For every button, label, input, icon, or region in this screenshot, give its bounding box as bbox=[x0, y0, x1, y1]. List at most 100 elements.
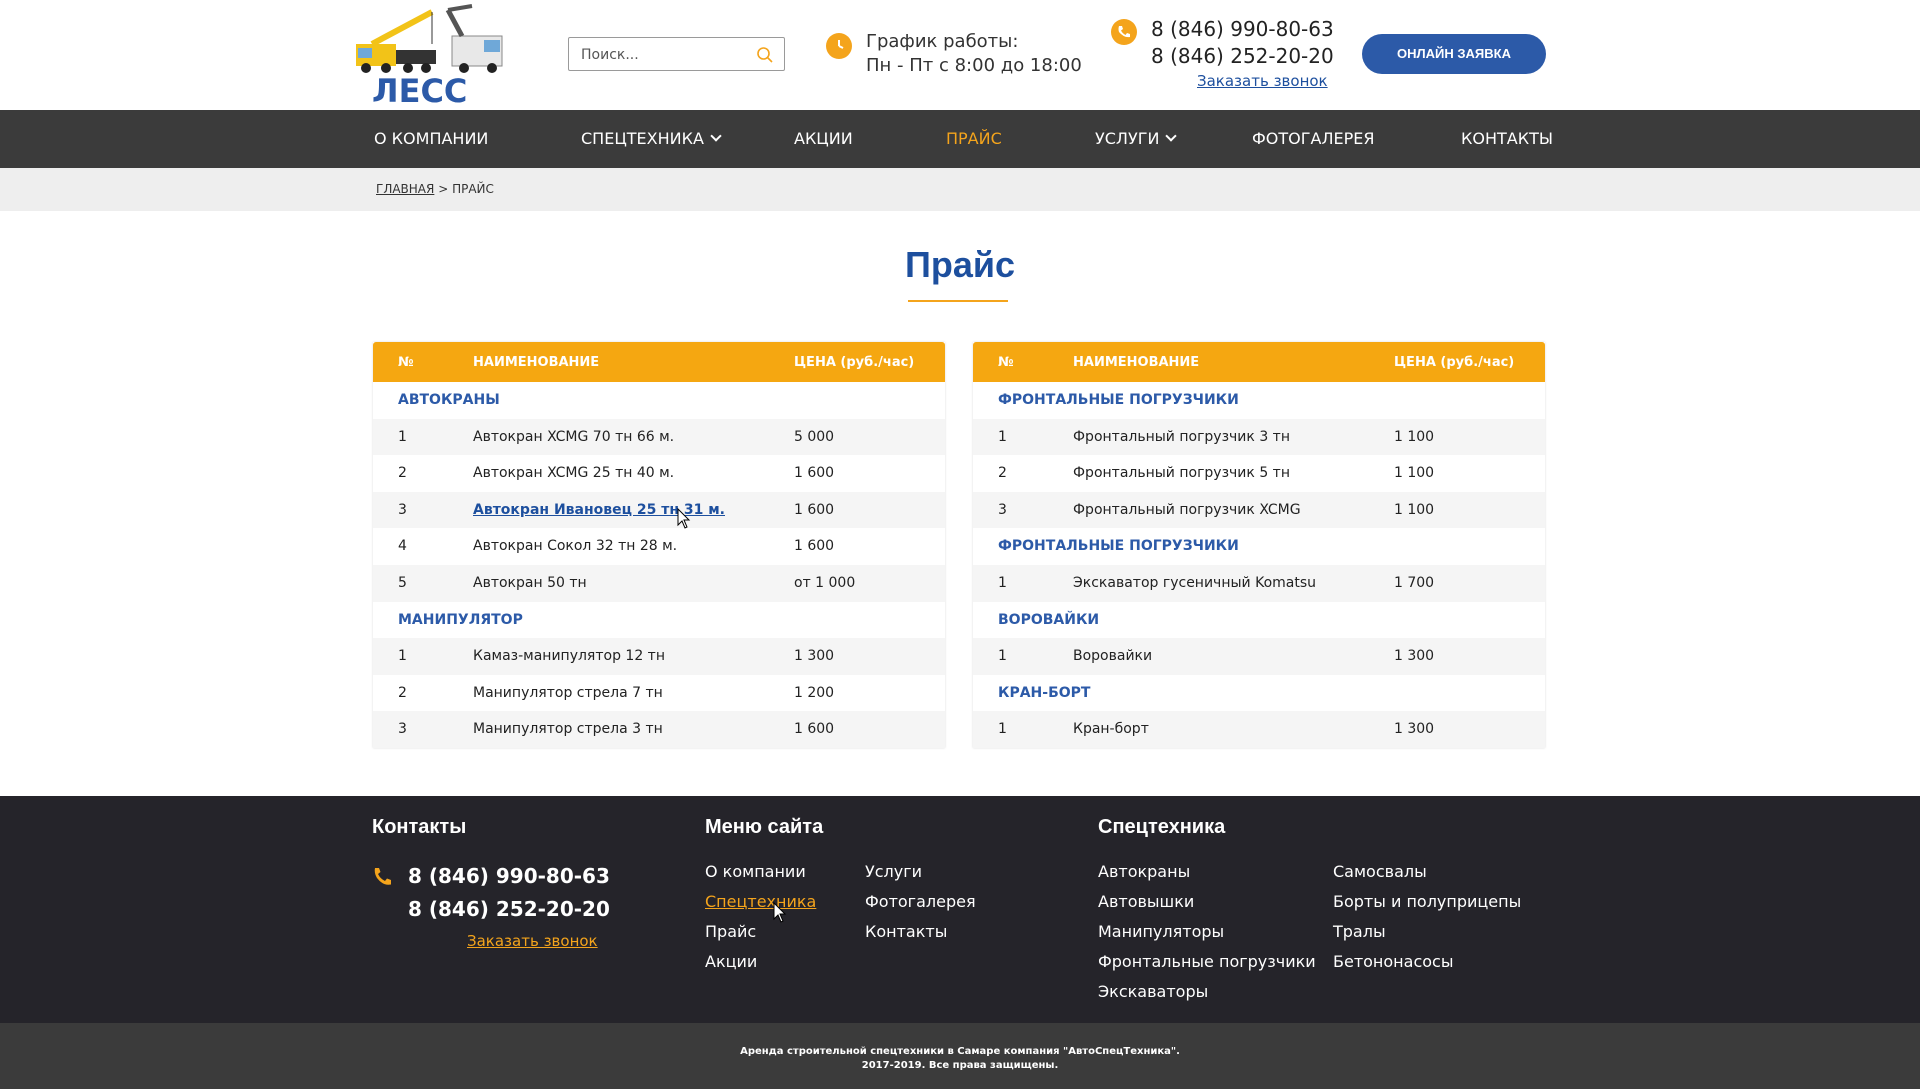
category-label: ФРОНТАЛЬНЫЕ ПОГРУЗЧИКИ bbox=[998, 392, 1239, 408]
footer-link-price[interactable]: Прайс bbox=[705, 922, 756, 941]
col-price-header: ЦЕНА (руб./час) bbox=[1394, 355, 1515, 370]
footer-link-about[interactable]: О компании bbox=[705, 862, 806, 881]
row-name: Экскаватор гусеничный Komatsu bbox=[1073, 574, 1317, 591]
order-call-link[interactable]: Заказать звонок bbox=[1197, 72, 1328, 90]
footer-link-promotions[interactable]: Акции bbox=[705, 952, 757, 971]
footer-menu-heading: Меню сайта bbox=[705, 816, 824, 838]
row-name: Кран-борт bbox=[1073, 721, 1149, 738]
footer-link-aerial-platforms[interactable]: Автовышки bbox=[1098, 892, 1194, 911]
row-price: 1 100 bbox=[1394, 465, 1435, 482]
row-num: 1 bbox=[398, 428, 407, 445]
footer-link-services[interactable]: Услуги bbox=[865, 862, 922, 881]
nav-item-machinery[interactable]: СПЕЦТЕХНИКА bbox=[581, 110, 722, 168]
work-schedule: График работы: Пн - Пт с 8:00 до 18:00 bbox=[866, 30, 1082, 78]
footer-link-dump-trucks[interactable]: Самосвалы bbox=[1333, 862, 1427, 881]
mouse-cursor-icon bbox=[773, 902, 787, 923]
nav-item-promotions[interactable]: АКЦИИ bbox=[794, 110, 853, 168]
header-phones: 8 (846) 990-80-63 8 (846) 252-20-20 Зака… bbox=[1151, 16, 1334, 90]
table-row: 3 Манипулятор стрела 3 тн 1 600 bbox=[373, 711, 945, 748]
row-price: 5 000 bbox=[794, 428, 835, 445]
col-num-header: № bbox=[398, 355, 414, 370]
row-num: 1 bbox=[998, 574, 1007, 591]
row-name: Камаз-манипулятор 12 тн bbox=[473, 648, 665, 665]
chevron-down-icon bbox=[1165, 130, 1178, 142]
row-num: 5 bbox=[398, 574, 407, 591]
row-num: 1 bbox=[998, 428, 1007, 445]
nav-label: УСЛУГИ bbox=[1095, 129, 1160, 148]
search-input[interactable] bbox=[581, 46, 741, 64]
footer-link-machinery[interactable]: Спецтехника bbox=[705, 892, 816, 911]
site-footer: Контакты 8 (846) 990-80-63 8 (846) 252-2… bbox=[0, 796, 1920, 1023]
footer-link-gallery[interactable]: Фотогалерея bbox=[865, 892, 976, 911]
main-nav: О КОМПАНИИ СПЕЦТЕХНИКА АКЦИИ ПРАЙС УСЛУГ… bbox=[0, 110, 1920, 168]
footer-link-excavators[interactable]: Экскаваторы bbox=[1098, 982, 1208, 1001]
footer-link-manipulators[interactable]: Манипуляторы bbox=[1098, 922, 1224, 941]
nav-label: О КОМПАНИИ bbox=[374, 129, 489, 148]
clock-icon bbox=[826, 33, 852, 59]
footer-link-concrete-pumps[interactable]: Бетононасосы bbox=[1333, 952, 1453, 971]
breadcrumb-home[interactable]: ГЛАВНАЯ bbox=[376, 182, 434, 196]
row-num: 3 bbox=[398, 721, 407, 738]
row-price: 1 300 bbox=[794, 648, 835, 665]
nav-label: АКЦИИ bbox=[794, 129, 853, 148]
footer-order-call-link[interactable]: Заказать звонок bbox=[467, 932, 598, 950]
table-row: 1 Кран-борт 1 300 bbox=[973, 711, 1545, 748]
row-num: 4 bbox=[398, 538, 407, 555]
nav-item-gallery[interactable]: ФОТОГАЛЕРЕЯ bbox=[1252, 110, 1374, 168]
breadcrumb-current: ПРАЙС bbox=[452, 182, 494, 196]
chevron-down-icon bbox=[710, 130, 722, 142]
nav-item-contacts[interactable]: КОНТАКТЫ bbox=[1461, 110, 1553, 168]
footer-link-cranes[interactable]: Автокраны bbox=[1098, 862, 1190, 881]
table-row: 5 Автокран 50 тн от 1 000 bbox=[373, 564, 945, 602]
category-label: КРАН-БОРТ bbox=[998, 684, 1091, 701]
breadcrumb: ГЛАВНАЯ > ПРАЙС bbox=[376, 182, 494, 196]
row-name: Фронтальный погрузчик XCMG bbox=[1073, 501, 1301, 518]
row-num: 3 bbox=[398, 501, 407, 518]
nav-label: КОНТАКТЫ bbox=[1461, 129, 1553, 148]
table-row: 2 Фронтальный погрузчик 5 тн 1 100 bbox=[973, 455, 1545, 492]
footer-phone-1[interactable]: 8 (846) 990-80-63 bbox=[408, 864, 610, 888]
row-price: 1 300 bbox=[1394, 721, 1435, 738]
online-request-button[interactable]: ОНЛАЙН ЗАЯВКА bbox=[1362, 34, 1546, 74]
table-row: 1 Воровайки 1 300 bbox=[973, 638, 1545, 675]
row-name: Автокран XCMG 70 тн 66 м. bbox=[473, 428, 675, 445]
category-row: АВТОКРАНЫ bbox=[373, 382, 945, 419]
category-row: ФРОНТАЛЬНЫЕ ПОГРУЗЧИКИ bbox=[973, 528, 1545, 565]
phone-icon bbox=[374, 868, 391, 885]
table-row: 2 Автокран XCMG 25 тн 40 м. 1 600 bbox=[373, 455, 945, 492]
schedule-hours: Пн - Пт с 8:00 до 18:00 bbox=[866, 55, 1082, 76]
footer-link-contacts[interactable]: Контакты bbox=[865, 922, 947, 941]
svg-text:ЛЕСС: ЛЕСС bbox=[372, 72, 467, 104]
footer-link-trawls[interactable]: Тралы bbox=[1333, 922, 1386, 941]
footer-contacts-heading: Контакты bbox=[372, 816, 467, 838]
schedule-label: График работы: bbox=[866, 31, 1019, 52]
footer-link-trailers[interactable]: Борты и полуприцепы bbox=[1333, 892, 1521, 911]
nav-item-services[interactable]: УСЛУГИ bbox=[1095, 110, 1178, 168]
footer-phone-2[interactable]: 8 (846) 252-20-20 bbox=[408, 897, 610, 921]
phone-number-2[interactable]: 8 (846) 252-20-20 bbox=[1151, 43, 1334, 70]
row-price: 1 700 bbox=[1394, 574, 1435, 591]
nav-item-price[interactable]: ПРАЙС bbox=[946, 110, 1002, 168]
row-name: Манипулятор стрела 7 тн bbox=[473, 684, 663, 701]
phone-number-1[interactable]: 8 (846) 990-80-63 bbox=[1151, 16, 1334, 43]
search-icon[interactable] bbox=[756, 46, 774, 64]
table-row: 1 Экскаватор гусеничный Komatsu 1 700 bbox=[973, 564, 1545, 602]
search-box[interactable] bbox=[568, 37, 785, 71]
row-num: 1 bbox=[998, 721, 1007, 738]
category-row: МАНИПУЛЯТОР bbox=[373, 602, 945, 639]
row-name: Фронтальный погрузчик 3 тн bbox=[1073, 428, 1290, 445]
title-underline bbox=[908, 300, 1008, 302]
nav-label: СПЕЦТЕХНИКА bbox=[581, 129, 704, 148]
row-price: 1 600 bbox=[794, 538, 835, 555]
category-label: ВОРОВАЙКИ bbox=[998, 611, 1100, 628]
row-name: Автокран Сокол 32 тн 28 м. bbox=[473, 538, 678, 555]
footer-link-front-loaders[interactable]: Фронтальные погрузчики bbox=[1098, 952, 1316, 971]
col-name-header: НАИМЕНОВАНИЕ bbox=[473, 355, 600, 370]
row-price: 1 100 bbox=[1394, 501, 1435, 518]
nav-item-about[interactable]: О КОМПАНИИ bbox=[374, 110, 488, 168]
company-logo[interactable]: ЛЕСС bbox=[352, 4, 506, 104]
row-price: 1 200 bbox=[794, 684, 835, 701]
table-row: 3 Автокран Ивановец 25 тн 31 м. 1 600 bbox=[373, 491, 945, 529]
row-price: 1 100 bbox=[1394, 428, 1435, 445]
row-name: Автокран 50 тн bbox=[473, 574, 587, 591]
